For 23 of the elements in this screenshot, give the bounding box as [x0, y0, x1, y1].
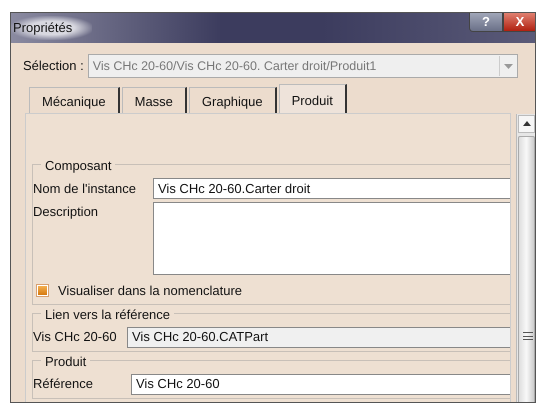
- tab[interactable]: Mécanique: [29, 87, 120, 113]
- checkbox-label: Visualiser dans la nomenclature: [58, 282, 242, 300]
- field-label: Vis CHc 20-60: [33, 328, 118, 346]
- grip-icon: [523, 332, 533, 340]
- field-label: Description: [33, 203, 100, 221]
- window-title: Propriétés: [11, 16, 92, 40]
- scroll-up-button[interactable]: [518, 115, 535, 133]
- close-button[interactable]: X: [503, 13, 535, 32]
- scroll-thumb[interactable]: [518, 136, 535, 402]
- tab[interactable]: Masse: [122, 87, 187, 113]
- selection-label: Sélection :: [23, 57, 84, 76]
- up-arrow-icon: [522, 121, 530, 126]
- instance-name-field[interactable]: Vis CHc 20-60.Carter droit: [153, 178, 510, 199]
- checkbox[interactable]: [37, 285, 48, 296]
- scrollbar[interactable]: [516, 114, 535, 402]
- field-label: Nom de l'instance: [33, 180, 137, 198]
- caret-icon: [504, 64, 513, 70]
- tab[interactable]: Produit: [278, 84, 347, 113]
- tab[interactable]: Graphique: [188, 87, 277, 113]
- reference-link-field[interactable]: Vis CHc 20-60.CATPart: [127, 326, 510, 348]
- field-label: Référence: [33, 375, 94, 394]
- description-field[interactable]: [153, 202, 510, 275]
- reference-field[interactable]: Vis CHc 20-60: [131, 374, 510, 394]
